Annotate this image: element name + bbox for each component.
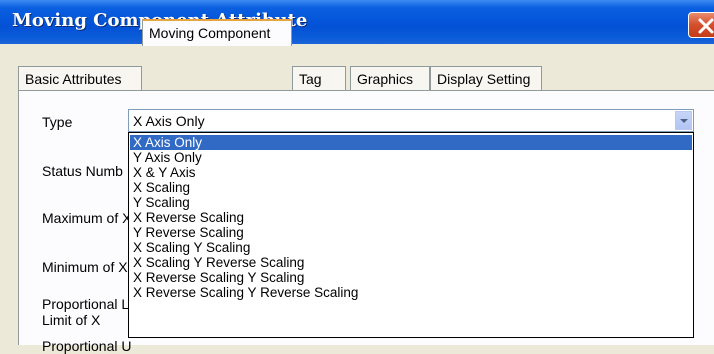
- dropdown-option[interactable]: X & Y Axis: [130, 165, 692, 180]
- dropdown-option[interactable]: X Reverse Scaling Y Reverse Scaling: [130, 285, 692, 300]
- proportional-lower-label-line2: Limit of X: [42, 312, 101, 328]
- tab-display-setting[interactable]: Display Setting: [430, 66, 542, 90]
- tab-basic-attributes[interactable]: Basic Attributes: [18, 66, 142, 90]
- type-select-dropdown-button[interactable]: [675, 111, 692, 130]
- tab-label: Basic Attributes: [25, 71, 122, 87]
- type-label: Type: [42, 114, 73, 130]
- proportional-lower-label: Proportional L: [42, 296, 130, 312]
- tab-label: Tag: [299, 71, 322, 87]
- status-number-label: Status Numb: [42, 163, 123, 179]
- dropdown-option[interactable]: X Scaling Y Reverse Scaling: [130, 255, 692, 270]
- tab-moving-component[interactable]: Moving Component: [142, 19, 292, 46]
- dropdown-option[interactable]: Y Scaling: [130, 195, 692, 210]
- dropdown-option[interactable]: X Scaling Y Scaling: [130, 240, 692, 255]
- tab-graphics[interactable]: Graphics: [350, 66, 430, 90]
- tab-label: Graphics: [357, 71, 414, 87]
- chevron-down-icon: [680, 119, 688, 123]
- tab-label: Moving Component: [149, 25, 271, 41]
- type-select-value: X Axis Only: [133, 113, 205, 129]
- dropdown-option[interactable]: X Reverse Scaling Y Scaling: [130, 270, 692, 285]
- tab-tag[interactable]: Tag: [292, 66, 346, 90]
- dropdown-option[interactable]: Y Axis Only: [130, 150, 692, 165]
- maximum-x-label: Maximum of X: [42, 210, 132, 226]
- dropdown-option[interactable]: Y Reverse Scaling: [130, 225, 692, 240]
- proportional-upper-label: Proportional U: [42, 338, 132, 354]
- tab-label: Display Setting: [437, 71, 531, 87]
- type-select[interactable]: X Axis Only: [128, 109, 694, 132]
- dropdown-option[interactable]: X Axis Only: [130, 135, 692, 150]
- title-bar: Moving Component Attribute: [0, 0, 714, 44]
- type-dropdown-list: X Axis Only Y Axis Only X & Y Axis X Sca…: [128, 132, 694, 338]
- dropdown-option[interactable]: X Scaling: [130, 180, 692, 195]
- close-button[interactable]: [688, 12, 714, 38]
- close-icon: [698, 18, 714, 34]
- dropdown-option[interactable]: X Reverse Scaling: [130, 210, 692, 225]
- minimum-x-label: Minimum of X: [42, 259, 128, 275]
